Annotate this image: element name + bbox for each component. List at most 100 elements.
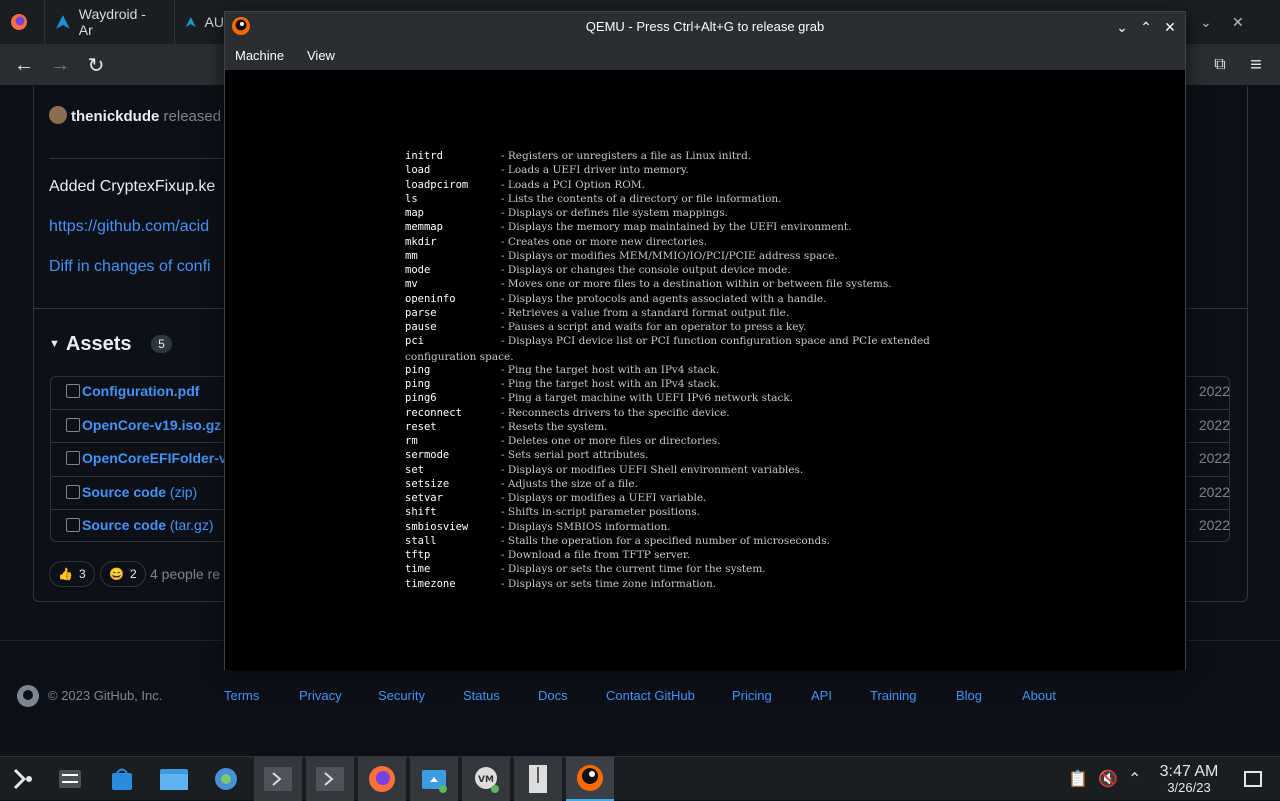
clock[interactable]: 3:47 AM 3/26/23 bbox=[1152, 763, 1226, 795]
app-launcher[interactable] bbox=[0, 757, 48, 801]
shell-description: - Registers or unregisters a file as Lin… bbox=[501, 150, 752, 162]
task-file-manager[interactable] bbox=[150, 757, 198, 801]
menu-view[interactable]: View bbox=[307, 48, 335, 63]
github-logo-icon[interactable] bbox=[16, 684, 40, 708]
task-firefox[interactable] bbox=[358, 757, 406, 801]
footer-link-pricing[interactable]: Pricing bbox=[732, 688, 772, 703]
chevron-up-icon[interactable]: ⌃ bbox=[1128, 769, 1141, 789]
menu-button[interactable]: ≡ bbox=[1236, 44, 1276, 86]
asset-name[interactable]: OpenCoreEFIFolder-v bbox=[82, 450, 227, 466]
footer-link-terms[interactable]: Terms bbox=[224, 688, 259, 703]
shell-description: - Lists the contents of a directory or f… bbox=[501, 192, 782, 205]
reaction-count: 2 bbox=[129, 567, 137, 581]
shell-description: - Displays the protocols and agents asso… bbox=[501, 292, 827, 305]
globe-gear-icon bbox=[215, 768, 237, 790]
close-button[interactable]: ✕ bbox=[1159, 16, 1181, 38]
arch-logo-icon bbox=[55, 15, 70, 29]
task-home-folder[interactable] bbox=[410, 757, 458, 801]
tab-waydroid[interactable]: Waydroid - Ar bbox=[44, 0, 172, 44]
asset-suffix: (zip) bbox=[169, 484, 198, 500]
shell-command: mm bbox=[405, 249, 418, 262]
assets-header[interactable]: ▼ Assets 5 bbox=[49, 333, 172, 356]
footer-link-blog[interactable]: Blog bbox=[956, 688, 982, 703]
minimize-button[interactable]: ⌄ bbox=[1111, 16, 1133, 38]
task-archive[interactable] bbox=[514, 757, 562, 801]
qemu-menubar: Machine View bbox=[225, 42, 1185, 70]
shell-description: - Displays or defines file system mappin… bbox=[501, 207, 728, 219]
shell-description: - Resets the system. bbox=[501, 420, 608, 433]
firefox-icon[interactable] bbox=[0, 0, 40, 44]
task-terminal-2[interactable] bbox=[306, 757, 354, 801]
virt-manager-icon: VM bbox=[475, 767, 499, 793]
reaction-smile[interactable]: 😄 2 bbox=[100, 561, 146, 587]
footer-link-status[interactable]: Status bbox=[463, 688, 500, 703]
asset-name[interactable]: Source code bbox=[82, 484, 166, 500]
shell-description: - Creates one or more new directories. bbox=[501, 235, 708, 248]
shell-description: - Ping the target host with an IPv4 stac… bbox=[501, 378, 720, 390]
release-link[interactable]: https://github.com/acid bbox=[49, 218, 209, 236]
divider bbox=[49, 158, 229, 159]
shell-description: - Sets serial port attributes. bbox=[501, 449, 649, 462]
smile-icon: 😄 bbox=[109, 567, 124, 581]
maximize-button[interactable]: ⌃ bbox=[1135, 16, 1157, 38]
footer-link-training[interactable]: Training bbox=[870, 688, 916, 703]
shell-description: - Stalls the operation for a specified n… bbox=[501, 534, 830, 547]
avatar[interactable] bbox=[49, 106, 67, 124]
reaction-thumbsup[interactable]: 👍 3 bbox=[49, 561, 95, 587]
package-icon bbox=[66, 418, 80, 432]
chevron-down-icon: ⌄ bbox=[1116, 18, 1128, 35]
asset-name[interactable]: Configuration.pdf bbox=[82, 383, 199, 399]
footer-link-security[interactable]: Security bbox=[378, 688, 425, 703]
shell-description: - Displays or sets the current time for … bbox=[501, 563, 766, 576]
show-desktop-button[interactable] bbox=[1244, 771, 1262, 787]
footer-link-privacy[interactable]: Privacy bbox=[299, 688, 342, 703]
diff-link[interactable]: Diff in changes of confi bbox=[49, 258, 211, 276]
shell-description: - Displays or modifies a UEFI variable. bbox=[501, 492, 707, 504]
menu-machine[interactable]: Machine bbox=[235, 48, 284, 63]
shell-description: - Displays or changes the console output… bbox=[501, 264, 791, 276]
shell-description: - Displays or sets time zone information… bbox=[501, 577, 717, 590]
footer-link-docs[interactable]: Docs bbox=[538, 688, 568, 703]
qemu-logo-icon bbox=[577, 765, 603, 791]
forward-button[interactable]: → bbox=[40, 44, 80, 86]
shell-command: tftp bbox=[405, 549, 431, 561]
asset-suffix: (tar.gz) bbox=[169, 517, 214, 533]
reload-button[interactable]: ↻ bbox=[76, 44, 116, 86]
task-discover[interactable] bbox=[98, 757, 146, 801]
task-virt-manager[interactable]: VM bbox=[462, 757, 510, 801]
reactions-summary: 4 people re bbox=[150, 566, 221, 582]
shell-command: timezone bbox=[405, 577, 456, 590]
release-meta: thenickdude released bbox=[49, 106, 221, 125]
task-terminal-1[interactable] bbox=[254, 757, 302, 801]
back-button[interactable]: ← bbox=[4, 44, 44, 86]
shell-description: - Pauses a script and waits for an opera… bbox=[501, 321, 807, 333]
footer-link-api[interactable]: API bbox=[811, 688, 832, 703]
svg-text:VM: VM bbox=[478, 775, 494, 785]
task-system-settings[interactable] bbox=[46, 757, 94, 801]
shell-command: mode bbox=[405, 264, 431, 276]
asset-name[interactable]: OpenCore-v19.iso.gz bbox=[82, 417, 221, 433]
shell-command: mkdir bbox=[405, 235, 437, 248]
release-body-line: Added CryptexFixup.ke bbox=[49, 178, 216, 195]
volume-muted-icon[interactable]: 🔇 bbox=[1098, 769, 1118, 789]
shell-command: openinfo bbox=[405, 292, 456, 305]
shell-command: shift bbox=[405, 506, 437, 519]
shell-command: reconnect bbox=[405, 406, 462, 419]
task-network[interactable] bbox=[202, 757, 250, 801]
footer-link-contact[interactable]: Contact GitHub bbox=[606, 688, 695, 703]
qemu-window: QEMU - Press Ctrl+Alt+G to release grab … bbox=[224, 11, 1186, 670]
asset-name[interactable]: Source code bbox=[82, 517, 166, 533]
shell-description: - Ping a target machine with UEFI IPv6 n… bbox=[501, 392, 794, 405]
extensions-button[interactable]: ⧉ bbox=[1200, 44, 1240, 86]
clipboard-icon[interactable]: 📋 bbox=[1068, 769, 1088, 789]
author-link[interactable]: thenickdude bbox=[71, 108, 159, 125]
qemu-display[interactable]: initrd - Registers or unregisters a file … bbox=[225, 70, 1185, 670]
assets-count-badge: 5 bbox=[151, 335, 172, 353]
browser-close-button[interactable]: ✕ bbox=[1222, 0, 1262, 44]
footer-link-about[interactable]: About bbox=[1022, 688, 1056, 703]
shell-command: map bbox=[405, 207, 424, 219]
qemu-titlebar[interactable]: QEMU - Press Ctrl+Alt+G to release grab … bbox=[225, 12, 1185, 42]
shell-command: setsize bbox=[405, 477, 450, 490]
task-qemu[interactable] bbox=[566, 757, 614, 801]
package-icon bbox=[66, 384, 80, 398]
